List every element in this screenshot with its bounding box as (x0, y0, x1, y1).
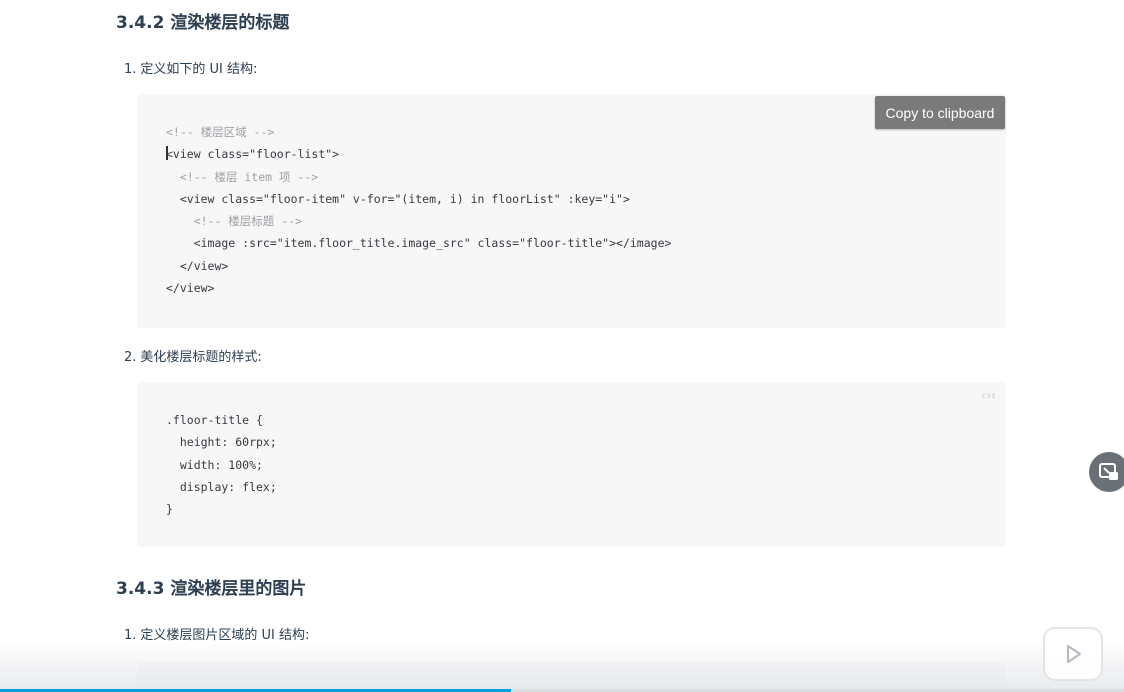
code-line-5: <!-- 楼层标题 --> (166, 214, 303, 229)
code-line-3: <!-- 楼层 item 项 --> (166, 169, 319, 184)
step-number: 1. (124, 62, 137, 77)
pip-icon (1099, 463, 1118, 480)
copy-to-clipboard-button[interactable]: Copy to clipboard (875, 96, 1005, 129)
code-line-1: <!-- 楼层区域 --> (166, 125, 275, 139)
code-line-8: </view> (166, 281, 215, 296)
code-line-1: .floor-title { (166, 413, 263, 427)
play-button[interactable] (1043, 627, 1103, 681)
code-line-7: </view> (166, 258, 229, 273)
code-line-2: height: 60rpx; (166, 435, 277, 450)
section-heading-3-4-3: 3.4.3 渲染楼层里的图片 (116, 579, 307, 599)
video-controls-overlay (0, 640, 1124, 692)
code-block-css: css .floor-title { height: 60rpx; width:… (137, 382, 1006, 547)
code-line-5: } (166, 502, 173, 517)
picture-in-picture-button[interactable] (1089, 452, 1124, 492)
code-line-6: <image :src="item.floor_title.image_src"… (166, 236, 672, 251)
code-content[interactable]: <!-- 楼层区域 --> <view class="floor-list"> … (166, 121, 671, 299)
code-line-3: width: 100%; (166, 457, 263, 472)
code-content[interactable]: .floor-title { height: 60rpx; width: 100… (166, 409, 277, 520)
play-icon (1067, 645, 1081, 663)
code-line-2: <view class="floor-list"> (166, 147, 340, 162)
step-2-style-title: 2. 美化楼层标题的样式: (124, 346, 262, 365)
code-line-4: display: flex; (166, 479, 277, 494)
code-line-4: <view class="floor-item" v-for="(item, i… (166, 191, 630, 206)
step-text: 定义如下的 UI 结构: (140, 62, 258, 77)
section-heading-3-4-2: 3.4.2 渲染楼层的标题 (116, 13, 290, 33)
step-1-ui-structure: 1. 定义如下的 UI 结构: (124, 58, 257, 77)
step-number: 2. (124, 350, 137, 365)
code-block-ui-structure: <!-- 楼层区域 --> <view class="floor-list"> … (137, 94, 1006, 328)
code-language-tag: css (981, 391, 996, 400)
text-cursor-icon (166, 146, 168, 160)
step-text: 美化楼层标题的样式: (140, 350, 262, 365)
